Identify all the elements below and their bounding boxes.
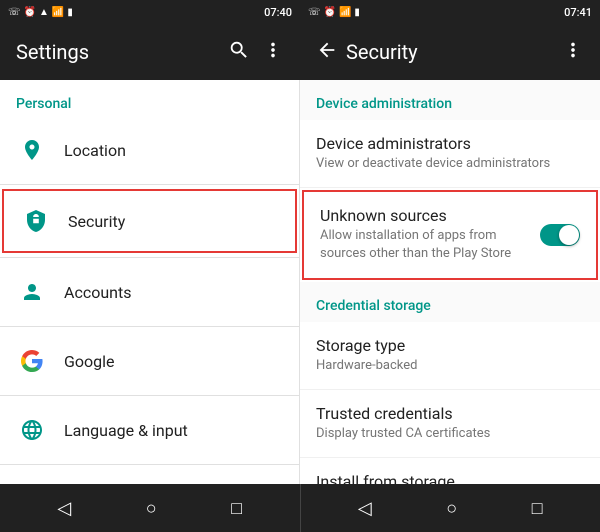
divider-4 [0, 395, 299, 396]
device-admins-item[interactable]: Device administrators View or deactivate… [300, 120, 600, 188]
alarm-icon-r: ⏰ [324, 7, 336, 18]
recents-nav-icon-left[interactable]: □ [231, 498, 242, 519]
unknown-sources-text: Unknown sources Allow installation of ap… [320, 206, 540, 263]
left-appbar: Settings [0, 24, 300, 80]
install-from-storage-item[interactable]: Install from storage Install certificate… [300, 458, 600, 484]
phone-icon-r: ☏ [308, 7, 321, 18]
sidebar-item-location[interactable]: Location [0, 120, 299, 180]
language-icon [16, 414, 48, 446]
back-icon[interactable] [316, 39, 338, 66]
google-icon [16, 345, 48, 377]
back-nav-icon-left[interactable]: ◁ [57, 498, 71, 519]
battery-icon-r: ▮ [354, 7, 360, 18]
security-title: Security [346, 40, 554, 64]
settings-title: Settings [16, 40, 216, 64]
left-status-bar: ☏ ⏰ ▲ 📶 ▮ 07:40 [0, 0, 300, 24]
right-bottom-nav: ◁ ○ □ [301, 484, 600, 532]
storage-type-title: Storage type [316, 336, 584, 355]
home-nav-icon-right[interactable]: ○ [446, 498, 457, 519]
right-panel: Device administration Device administrat… [300, 80, 600, 484]
sidebar-item-google[interactable]: Google [0, 331, 299, 391]
accounts-label: Accounts [64, 283, 131, 302]
credential-storage-header: Credential storage [300, 282, 600, 322]
home-nav-icon-left[interactable]: ○ [146, 498, 157, 519]
overflow-menu-icon-left[interactable] [262, 39, 284, 66]
sidebar-item-accounts[interactable]: Accounts [0, 262, 299, 322]
right-status-bar: ☏ ⏰ 📶 ▮ 07:41 [300, 0, 600, 24]
alarm-icon: ⏰ [24, 7, 36, 18]
device-admin-header: Device administration [300, 80, 600, 120]
status-bars: ☏ ⏰ ▲ 📶 ▮ 07:40 ☏ ⏰ 📶 ▮ 07:41 [0, 0, 600, 24]
sidebar-item-language[interactable]: Language & input [0, 400, 299, 460]
divider-1 [0, 184, 299, 185]
phone-icon: ☏ [8, 7, 21, 18]
trusted-credentials-subtitle: Display trusted CA certificates [316, 425, 584, 443]
location-label: Location [64, 141, 126, 160]
unknown-sources-row: Unknown sources Allow installation of ap… [320, 206, 580, 263]
storage-type-subtitle: Hardware-backed [316, 357, 584, 375]
install-from-storage-title: Install from storage [316, 472, 584, 484]
left-time: 07:40 [264, 6, 292, 19]
wifi-icon: 📶 [52, 7, 64, 18]
location-icon [16, 134, 48, 166]
search-icon[interactable] [228, 39, 250, 66]
personal-section-header: Personal [0, 80, 299, 120]
main-content: Personal Location Security Accounts [0, 80, 600, 484]
right-time: 07:41 [564, 6, 592, 19]
left-status-icons: ☏ ⏰ ▲ 📶 ▮ [8, 7, 73, 18]
right-appbar: Security [300, 24, 600, 80]
device-admins-subtitle: View or deactivate device administrators [316, 155, 584, 173]
sidebar-item-security[interactable]: Security [2, 189, 297, 253]
trusted-credentials-item[interactable]: Trusted credentials Display trusted CA c… [300, 390, 600, 458]
recents-nav-icon-right[interactable]: □ [532, 498, 543, 519]
unknown-sources-subtitle: Allow installation of apps from sources … [320, 227, 540, 263]
security-label: Security [68, 212, 125, 231]
left-bottom-nav: ◁ ○ □ [0, 484, 300, 532]
unknown-sources-toggle[interactable] [540, 224, 580, 246]
app-bars: Settings Security [0, 24, 600, 80]
divider-5 [0, 464, 299, 465]
storage-type-item[interactable]: Storage type Hardware-backed [300, 322, 600, 390]
security-icon [20, 205, 52, 237]
sidebar-item-backup[interactable]: Backup & reset [0, 469, 299, 484]
language-label: Language & input [64, 421, 188, 440]
google-label: Google [64, 352, 115, 371]
overflow-menu-icon-right[interactable] [562, 39, 584, 66]
backup-icon [16, 483, 48, 484]
device-admins-title: Device administrators [316, 134, 584, 153]
right-status-icons: ☏ ⏰ 📶 ▮ [308, 7, 360, 18]
trusted-credentials-title: Trusted credentials [316, 404, 584, 423]
divider-3 [0, 326, 299, 327]
toggle-knob [559, 225, 579, 245]
unknown-sources-title: Unknown sources [320, 206, 540, 225]
unknown-sources-item[interactable]: Unknown sources Allow installation of ap… [302, 190, 598, 279]
bottom-navs: ◁ ○ □ ◁ ○ □ [0, 484, 600, 532]
signal-icon: ▲ [39, 7, 49, 18]
accounts-icon [16, 276, 48, 308]
back-nav-icon-right[interactable]: ◁ [358, 498, 372, 519]
battery-icon: ▮ [67, 7, 73, 18]
divider-2 [0, 257, 299, 258]
wifi-icon-r: 📶 [339, 7, 351, 18]
left-panel: Personal Location Security Accounts [0, 80, 300, 484]
